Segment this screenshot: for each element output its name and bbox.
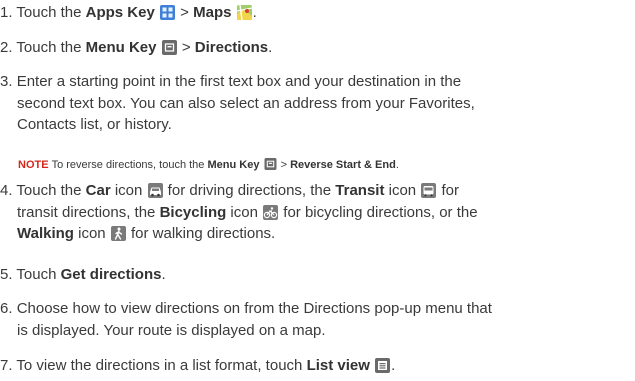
step-text: icon	[226, 203, 263, 221]
step-text: .	[268, 39, 273, 56]
step-text: >	[177, 39, 195, 56]
step-text: transit directions, the	[17, 203, 160, 221]
step-text: .	[252, 4, 257, 21]
step-text: icon	[110, 182, 147, 199]
car-label: Car	[85, 182, 111, 199]
step-number: 5.	[0, 266, 13, 283]
directions-label: Directions	[194, 39, 269, 56]
step-4: 4. Touch the Car icon for driving direct…	[0, 180, 478, 245]
bicycle-icon	[263, 204, 279, 220]
walking-label: Walking	[17, 225, 74, 242]
transit-label: Transit	[335, 182, 385, 199]
step-text: Touch	[16, 266, 61, 283]
bicycling-label: Bicycling	[159, 203, 227, 221]
get-directions-label: Get directions	[60, 266, 162, 283]
step-number: 6.	[0, 300, 13, 317]
step-3: 3. Enter a starting point in the first t…	[0, 71, 475, 136]
step-number: 2.	[0, 39, 13, 56]
step-1: 1. Touch the Apps Key > Maps .	[0, 2, 257, 24]
step-number: 3.	[0, 73, 13, 90]
apps-key-label: Apps Key	[85, 4, 155, 21]
step-number: 1.	[0, 4, 13, 21]
step-text: Enter a starting point in the first text…	[16, 73, 462, 90]
step-text: .	[391, 357, 396, 374]
step-text: .	[161, 266, 166, 283]
step-text: >	[176, 4, 194, 21]
list-view-label: List view	[306, 357, 370, 374]
menu-key-icon	[264, 158, 277, 170]
maps-icon	[236, 5, 252, 20]
step-text: Choose how to view directions on from th…	[16, 300, 492, 317]
step-text: Touch the	[16, 4, 86, 21]
menu-key-icon	[161, 40, 177, 55]
note: NOTE To reverse directions, touch the Men…	[18, 158, 399, 172]
step-text: is displayed. Your route is displayed on…	[17, 321, 326, 339]
step-7: 7. To view the directions in a list form…	[0, 355, 395, 377]
car-icon	[147, 183, 163, 198]
note-label: NOTE	[18, 159, 49, 171]
step-text: Contacts list, or history.	[17, 116, 172, 133]
step-text: for bicycling directions, or the	[279, 203, 478, 221]
step-text: Touch the	[16, 39, 86, 56]
walking-icon	[110, 226, 126, 241]
list-view-icon	[375, 358, 391, 373]
step-5: 5. Touch Get directions.	[0, 264, 166, 286]
step-text: for walking directions.	[126, 225, 276, 242]
step-2: 2. Touch the Menu Key > Directions.	[0, 37, 272, 59]
note-text: To reverse directions, touch the	[51, 159, 208, 171]
reverse-start-end-label: Reverse Start & End	[290, 159, 396, 171]
menu-key-label: Menu Key	[207, 159, 260, 171]
step-number: 7.	[0, 357, 13, 374]
note-text: .	[395, 159, 399, 171]
step-text: To view the directions in a list format,…	[16, 357, 307, 374]
step-text: icon	[384, 182, 421, 199]
step-text: second text box. You can also select an …	[17, 94, 475, 112]
step-6: 6. Choose how to view directions on from…	[0, 298, 492, 341]
step-text: icon	[73, 225, 110, 242]
step-text: for	[437, 182, 459, 199]
menu-key-label: Menu Key	[85, 39, 157, 56]
apps-grid-icon	[160, 5, 175, 20]
step-text: for driving directions, the	[163, 182, 336, 199]
transit-icon	[421, 183, 437, 198]
step-text: Touch the	[16, 182, 86, 199]
note-text: >	[277, 159, 291, 171]
maps-label: Maps	[193, 4, 232, 21]
step-number: 4.	[0, 182, 13, 199]
